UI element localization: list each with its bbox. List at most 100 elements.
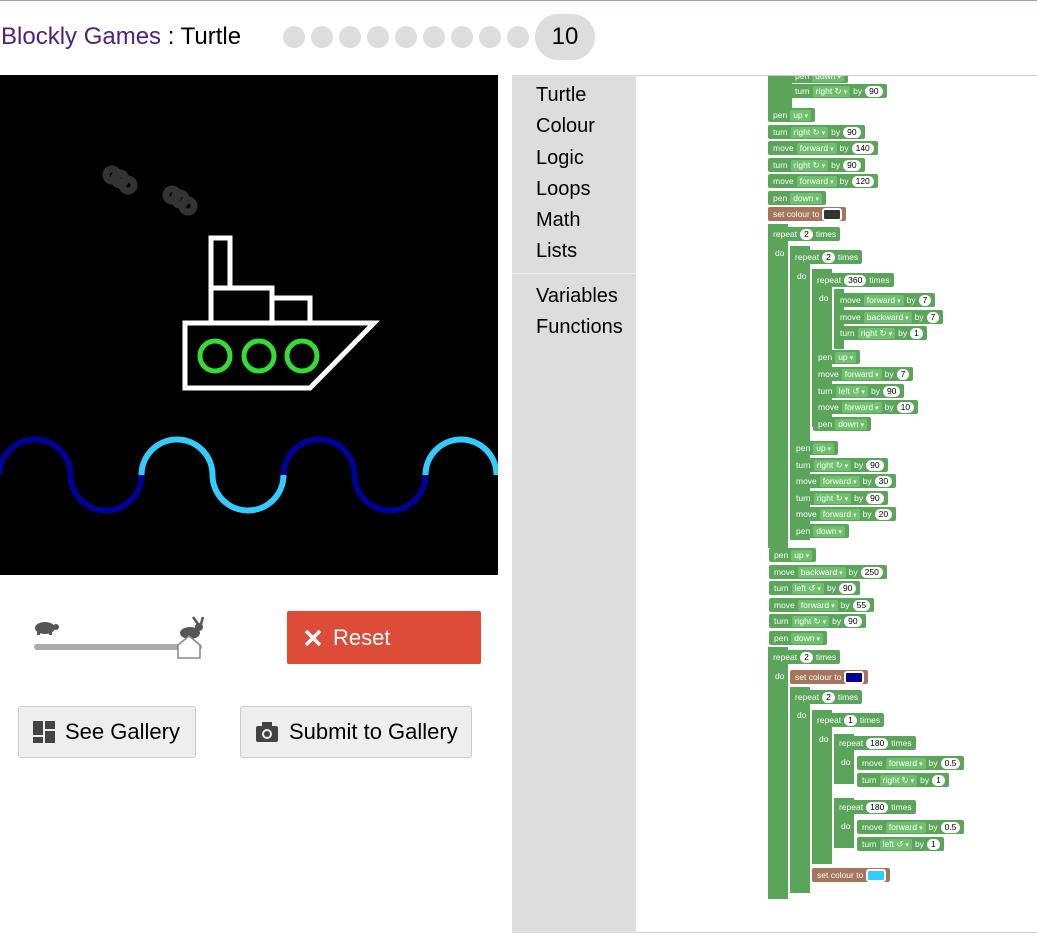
number-input[interactable]: 2 [800,228,813,240]
direction-dropdown[interactable]: right ↻ [879,774,918,786]
level-dot[interactable] [423,26,445,48]
turn-block[interactable]: turnright ↻by90 [769,614,866,628]
repeat-block[interactable]: repeat 2 times [768,650,841,664]
level-dot[interactable] [395,26,417,48]
repeat-block[interactable]: repeat 2 times [790,690,863,704]
move-block[interactable]: moveforwardby7 [813,367,914,381]
repeat-block[interactable]: repeat 2 times [790,250,863,264]
direction-dropdown[interactable]: forward [796,175,837,187]
direction-dropdown[interactable]: right ↻ [857,327,896,339]
pen-dropdown[interactable]: up [835,351,857,363]
number-input[interactable]: 90 [843,159,861,171]
current-level-badge[interactable]: 10 [535,14,595,60]
app-link[interactable]: Blockly Games [1,23,161,50]
number-input[interactable]: 250 [860,566,883,578]
direction-dropdown[interactable]: right ↻ [813,492,852,504]
direction-dropdown[interactable]: forward [841,368,882,380]
number-input[interactable]: 0.5 [940,757,961,769]
speed-thumb[interactable] [176,634,202,660]
direction-dropdown[interactable]: right ↻ [812,85,851,97]
toolbox-category-lists[interactable]: Lists [536,239,577,263]
number-input[interactable]: 2 [822,691,835,703]
direction-dropdown[interactable]: backward [863,311,912,323]
level-dot[interactable] [311,26,333,48]
number-input[interactable]: 180 [866,737,889,749]
pen-block[interactable]: pen up [813,350,861,364]
pen-dropdown[interactable]: down [835,418,867,430]
number-input[interactable]: 120 [851,175,874,187]
turn-block[interactable]: turnleft ↺by90 [813,384,905,398]
level-dot[interactable] [507,26,529,48]
move-block[interactable]: moveforwardby140 [768,141,878,155]
number-input[interactable]: 90 [865,85,883,97]
move-block[interactable]: moveforwardby0.5 [857,820,965,834]
set-colour-block[interactable]: set colour to [768,207,847,221]
direction-dropdown[interactable]: forward [885,757,926,769]
direction-dropdown[interactable]: right ↻ [790,126,829,138]
direction-dropdown[interactable]: forward [885,821,926,833]
pen-block[interactable]: pen up [791,441,839,455]
move-block[interactable]: movebackwardby7 [835,310,944,324]
see-gallery-button[interactable]: See Gallery [18,706,196,758]
pen-block[interactable]: pendown [768,191,826,205]
number-input[interactable]: 55 [852,599,871,611]
number-input[interactable]: 1 [926,838,940,850]
toolbox-category-colour[interactable]: Colour [536,114,595,138]
number-input[interactable]: 90 [843,126,861,138]
number-input[interactable]: 1 [910,327,923,339]
pen-dropdown[interactable]: up [790,109,812,121]
level-dot[interactable] [451,26,473,48]
submit-gallery-button[interactable]: Submit to Gallery [240,706,472,758]
repeat-block[interactable]: repeat 1 times [812,713,885,727]
number-input[interactable]: 2 [800,651,813,663]
turn-block[interactable]: turnright ↻by90 [791,491,888,505]
turn-block[interactable]: turnright ↻by90 [768,125,865,139]
direction-dropdown[interactable]: forward [796,142,837,154]
number-input[interactable]: 2 [822,251,835,263]
direction-dropdown[interactable]: left ↺ [879,838,912,850]
number-input[interactable]: 180 [866,801,889,813]
direction-dropdown[interactable]: forward [841,401,882,413]
toolbox-category-loops[interactable]: Loops [536,177,591,201]
number-input[interactable]: 90 [866,459,884,471]
move-block[interactable]: movebackwardby250 [769,565,887,579]
repeat-block[interactable]: repeat 360 times [812,273,894,287]
direction-dropdown[interactable]: left ↺ [791,582,824,594]
level-dot[interactable] [367,26,389,48]
level-dot[interactable] [479,26,501,48]
number-input[interactable]: 90 [844,615,862,627]
direction-dropdown[interactable]: forward [819,475,860,487]
direction-dropdown[interactable]: right ↻ [791,615,830,627]
toolbox-category-functions[interactable]: Functions [536,315,623,339]
turn-block[interactable]: turnright ↻by1 [835,326,927,340]
move-block[interactable]: moveforwardby55 [769,598,875,612]
number-input[interactable]: 360 [844,274,867,286]
number-input[interactable]: 140 [851,142,874,154]
level-dot[interactable] [283,26,305,48]
level-dot[interactable] [339,26,361,48]
number-input[interactable]: 0.5 [940,821,961,833]
move-block[interactable]: moveforwardby10 [813,400,919,414]
move-block[interactable]: moveforwardby7 [835,293,936,307]
speed-slider[interactable] [26,616,216,664]
direction-dropdown[interactable]: backward [797,566,846,578]
number-input[interactable]: 30 [874,475,893,487]
number-input[interactable]: 20 [874,508,893,520]
pen-block[interactable]: pen up [769,548,817,562]
repeat-block[interactable]: repeat 180 times [834,800,916,814]
pen-block[interactable]: pendown [769,631,827,645]
direction-dropdown[interactable]: right ↻ [790,159,829,171]
number-input[interactable]: 90 [838,582,857,594]
turn-block[interactable]: turnright ↻by90 [791,458,888,472]
turn-block[interactable]: turnright ↻by1 [857,773,949,787]
number-input[interactable]: 90 [866,492,884,504]
turn-block[interactable]: turnright ↻by90 [768,158,865,172]
repeat-block[interactable]: repeat 180 times [834,736,916,750]
move-block[interactable]: moveforwardby30 [791,474,897,488]
turn-block[interactable]: turnleft ↺by1 [857,837,944,851]
pen-block[interactable]: pendown [791,524,849,538]
move-block[interactable]: moveforwardby20 [791,507,897,521]
direction-dropdown[interactable]: forward [797,599,838,611]
pen-dropdown[interactable]: down [791,632,823,644]
pen-dropdown[interactable]: down [813,525,845,537]
